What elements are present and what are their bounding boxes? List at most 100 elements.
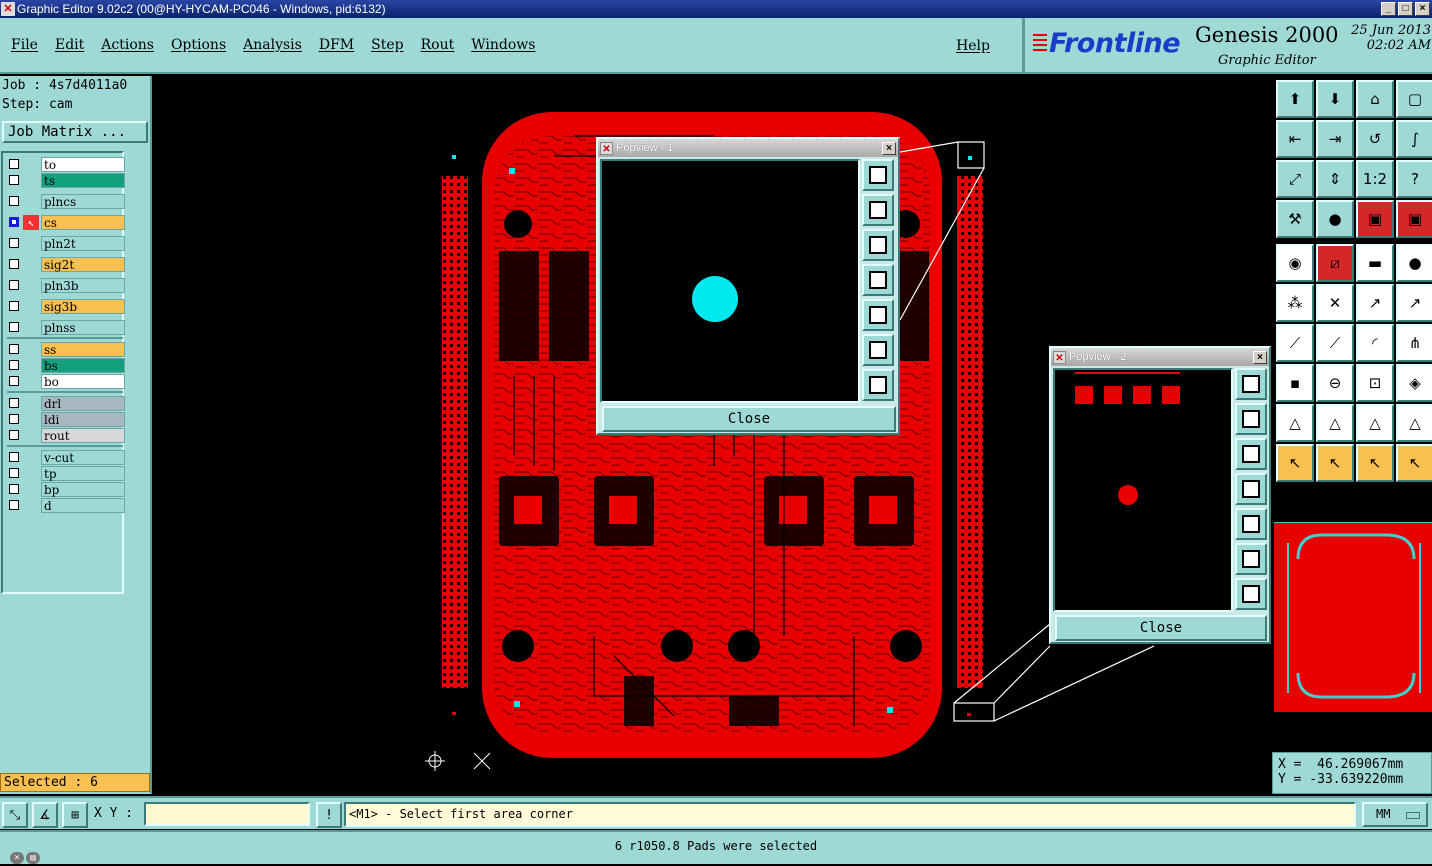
layer-name[interactable]: to bbox=[41, 157, 125, 172]
layer-checkbox[interactable] bbox=[9, 238, 19, 248]
layer-checkbox[interactable] bbox=[9, 280, 19, 290]
layer-checkbox[interactable] bbox=[9, 360, 19, 370]
zoom-fit-icon[interactable] bbox=[1235, 368, 1267, 400]
popview-1-close-button[interactable]: Close bbox=[602, 406, 896, 432]
pan-left-icon[interactable] bbox=[1235, 473, 1267, 505]
layer-row-d[interactable]: d bbox=[6, 498, 125, 513]
zoom-home-icon[interactable]: ⬇ bbox=[1316, 80, 1354, 118]
select-pad-icon[interactable]: ● bbox=[1316, 200, 1354, 238]
layer-name[interactable]: bp bbox=[41, 482, 125, 497]
home-step-icon[interactable]: ⌂ bbox=[1356, 80, 1394, 118]
feature-red2-icon[interactable]: ▣ bbox=[1396, 200, 1432, 238]
layer-name[interactable]: v-cut bbox=[41, 450, 125, 465]
layer-checkbox[interactable] bbox=[9, 398, 19, 408]
alert-icon[interactable]: ! bbox=[316, 802, 342, 828]
triangle-icon[interactable]: △ bbox=[1276, 404, 1314, 442]
arrow-line-icon[interactable]: ↗ bbox=[1396, 284, 1432, 322]
draw-line-icon[interactable]: ⟋ bbox=[1276, 324, 1314, 362]
popview-2-view[interactable] bbox=[1053, 368, 1233, 612]
zoom-in-icon[interactable] bbox=[862, 334, 894, 366]
zoom-in-icon[interactable] bbox=[1235, 543, 1267, 575]
pan-left-icon[interactable] bbox=[862, 264, 894, 296]
layer-checkbox[interactable] bbox=[9, 159, 19, 169]
layer-row-v-cut[interactable]: v-cut bbox=[6, 450, 125, 465]
units-select[interactable]: MM bbox=[1362, 802, 1428, 827]
zoom-out-icon[interactable] bbox=[862, 369, 894, 401]
pan-right-icon[interactable] bbox=[1235, 508, 1267, 540]
split-icon[interactable]: ⊖ bbox=[1316, 364, 1354, 402]
pan-right-icon[interactable]: ⇥ bbox=[1316, 120, 1354, 158]
layer-checkbox[interactable] bbox=[9, 259, 19, 269]
text-icon[interactable]: ⋔ bbox=[1396, 324, 1432, 362]
menu-step[interactable]: Step bbox=[371, 37, 403, 53]
job-matrix-button[interactable]: Job Matrix ... bbox=[2, 121, 148, 143]
pan-right-icon[interactable] bbox=[862, 299, 894, 331]
status-close-icon[interactable]: × bbox=[10, 852, 24, 864]
feature-red-icon[interactable]: ▣ bbox=[1356, 200, 1394, 238]
layer-row-ss[interactable]: ss bbox=[6, 342, 125, 357]
pad-icon[interactable]: ◉ bbox=[1276, 244, 1314, 282]
layer-name[interactable]: bs bbox=[41, 358, 125, 373]
measure-icon[interactable]: ∡ bbox=[32, 802, 58, 828]
zoom-fit-icon[interactable]: ⤢ bbox=[1276, 160, 1314, 198]
overview-map[interactable] bbox=[1274, 522, 1432, 712]
triangle4-icon[interactable]: △ bbox=[1396, 404, 1432, 442]
ruler-icon[interactable]: ▬ bbox=[1356, 244, 1394, 282]
circle-icon[interactable]: ● bbox=[1396, 244, 1432, 282]
pan-down-icon[interactable] bbox=[1235, 438, 1267, 470]
group-icon[interactable]: ◈ bbox=[1396, 364, 1432, 402]
minimize-button[interactable]: _ bbox=[1381, 2, 1396, 16]
menu-analysis[interactable]: Analysis bbox=[243, 37, 302, 53]
layer-name[interactable]: drl bbox=[41, 396, 125, 411]
popview-1-close-x[interactable]: × bbox=[882, 141, 896, 155]
help-icon[interactable]: ? bbox=[1396, 160, 1432, 198]
layer-checkbox[interactable] bbox=[9, 484, 19, 494]
layer-row-bs[interactable]: bs bbox=[6, 358, 125, 373]
select-icon[interactable]: ↖ bbox=[1276, 444, 1314, 482]
layer-checkbox[interactable] bbox=[9, 175, 19, 185]
layer-row-pln3b[interactable]: pln3b bbox=[6, 278, 125, 293]
layer-row-ts[interactable]: ts bbox=[6, 173, 125, 188]
status-window-icon[interactable]: ▤ bbox=[26, 852, 40, 864]
menu-help[interactable]: Help bbox=[956, 38, 990, 54]
layer-name[interactable]: ldi bbox=[41, 412, 125, 427]
layer-name[interactable]: pln3b bbox=[41, 278, 125, 293]
redraw-icon[interactable]: ∫ bbox=[1396, 120, 1432, 158]
popview-2-close-x[interactable]: × bbox=[1253, 350, 1267, 364]
triangle3-icon[interactable]: △ bbox=[1356, 404, 1394, 442]
snap-x-icon[interactable]: ✕ bbox=[1316, 284, 1354, 322]
menu-windows[interactable]: Windows bbox=[471, 37, 535, 53]
vector-icon[interactable]: ⧄ bbox=[1316, 244, 1354, 282]
layer-row-sig3b[interactable]: sig3b bbox=[6, 299, 125, 314]
layer-name[interactable]: pln2t bbox=[41, 236, 125, 251]
menu-options[interactable]: Options bbox=[171, 37, 226, 53]
layer-row-drl[interactable]: drl bbox=[6, 396, 125, 411]
menu-actions[interactable]: Actions bbox=[101, 37, 154, 53]
layer-checkbox[interactable] bbox=[9, 376, 19, 386]
menu-rout[interactable]: Rout bbox=[421, 37, 455, 53]
layer-name[interactable]: plnss bbox=[41, 320, 125, 335]
layer-name[interactable]: bo bbox=[41, 374, 125, 389]
layer-row-plnss[interactable]: plnss bbox=[6, 320, 125, 335]
layer-row-pln2t[interactable]: pln2t bbox=[6, 236, 125, 251]
layer-name[interactable]: sig2t bbox=[41, 257, 125, 272]
menu-file[interactable]: File bbox=[11, 37, 38, 53]
layer-name[interactable]: rout bbox=[41, 428, 125, 443]
layer-row-rout[interactable]: rout bbox=[6, 428, 125, 443]
pan-down-icon[interactable] bbox=[862, 229, 894, 261]
layer-checkbox[interactable] bbox=[9, 301, 19, 311]
layer-checkbox[interactable] bbox=[9, 414, 19, 424]
arc-icon[interactable]: ◜ bbox=[1356, 324, 1394, 362]
menu-dfm[interactable]: DFM bbox=[319, 37, 354, 53]
triangle2-icon[interactable]: △ bbox=[1316, 404, 1354, 442]
xy-input[interactable] bbox=[144, 802, 310, 826]
layer-row-bo[interactable]: bo bbox=[6, 374, 125, 389]
popview-1-view[interactable] bbox=[600, 159, 860, 403]
layer-checkbox[interactable] bbox=[9, 430, 19, 440]
layer-checkbox[interactable] bbox=[9, 196, 19, 206]
pan-left-icon[interactable]: ⇤ bbox=[1276, 120, 1314, 158]
dimension-icon[interactable]: ⊡ bbox=[1356, 364, 1394, 402]
pan-up-icon[interactable] bbox=[1235, 403, 1267, 435]
home-icon[interactable]: ⬆ bbox=[1276, 80, 1314, 118]
layer-row-plncs[interactable]: plncs bbox=[6, 194, 125, 209]
